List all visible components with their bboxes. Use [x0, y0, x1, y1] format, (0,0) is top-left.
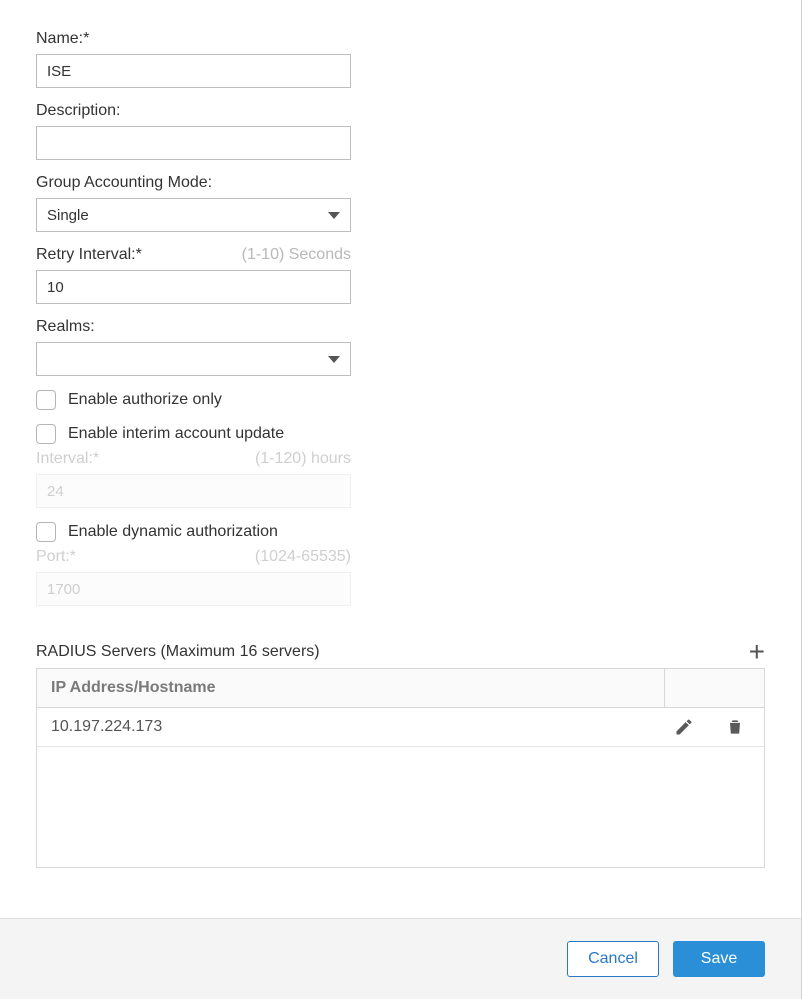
- column-actions: [664, 669, 764, 707]
- description-label: Description:: [36, 102, 765, 120]
- dialog-footer: Cancel Save: [0, 918, 801, 999]
- interval-input: [36, 474, 351, 508]
- enable-interim-account-update-checkbox[interactable]: [36, 424, 56, 444]
- edit-icon[interactable]: [674, 717, 694, 737]
- field-interval: Interval:* (1-120) hours: [36, 450, 765, 508]
- enable-authorize-only-label: Enable authorize only: [68, 391, 222, 409]
- add-server-button[interactable]: +: [749, 642, 765, 662]
- interval-hint: (1-120) hours: [255, 450, 351, 468]
- field-description: Description:: [36, 102, 765, 160]
- realms-label: Realms:: [36, 318, 765, 336]
- chevron-down-icon: [328, 212, 340, 219]
- table-row: 10.197.224.173: [37, 708, 764, 747]
- delete-icon[interactable]: [725, 717, 745, 737]
- column-ip-hostname: IP Address/Hostname: [37, 669, 664, 707]
- name-label: Name:*: [36, 30, 765, 48]
- port-input: [36, 572, 351, 606]
- group-accounting-mode-label: Group Accounting Mode:: [36, 174, 765, 192]
- realms-select[interactable]: [36, 342, 351, 376]
- field-realms: Realms:: [36, 318, 765, 376]
- retry-interval-label: Retry Interval:*: [36, 246, 142, 264]
- field-port: Port:* (1024-65535): [36, 548, 765, 606]
- retry-interval-hint: (1-10) Seconds: [242, 246, 351, 264]
- group-accounting-mode-select[interactable]: Single: [36, 198, 351, 232]
- field-name: Name:*: [36, 30, 765, 88]
- port-label: Port:*: [36, 548, 76, 566]
- description-input[interactable]: [36, 126, 351, 160]
- dialog-form: Name:* Description: Group Accounting Mod…: [0, 0, 802, 999]
- enable-interim-account-update-label: Enable interim account update: [68, 425, 284, 443]
- radius-servers-section: RADIUS Servers (Maximum 16 servers) + IP…: [0, 630, 801, 878]
- server-ip-cell: 10.197.224.173: [37, 708, 654, 746]
- chevron-down-icon: [328, 356, 340, 363]
- name-input[interactable]: [36, 54, 351, 88]
- row-enable-interim-account-update: Enable interim account update: [36, 424, 765, 444]
- row-enable-authorize-only: Enable authorize only: [36, 390, 765, 410]
- enable-dynamic-authorization-label: Enable dynamic authorization: [68, 523, 278, 541]
- radius-servers-title: RADIUS Servers (Maximum 16 servers): [36, 643, 320, 661]
- enable-dynamic-authorization-checkbox[interactable]: [36, 522, 56, 542]
- radius-servers-table: IP Address/Hostname 10.197.224.173: [36, 668, 765, 868]
- interval-label: Interval:*: [36, 450, 99, 468]
- port-hint: (1024-65535): [255, 548, 351, 566]
- row-enable-dynamic-authorization: Enable dynamic authorization: [36, 522, 765, 542]
- group-accounting-mode-value: Single: [47, 207, 89, 224]
- save-button[interactable]: Save: [673, 941, 765, 977]
- field-group-accounting-mode: Group Accounting Mode: Single: [36, 174, 765, 232]
- table-header: IP Address/Hostname: [37, 669, 764, 708]
- form-area: Name:* Description: Group Accounting Mod…: [0, 0, 801, 630]
- cancel-button[interactable]: Cancel: [567, 941, 659, 977]
- retry-interval-input[interactable]: [36, 270, 351, 304]
- field-retry-interval: Retry Interval:* (1-10) Seconds: [36, 246, 765, 304]
- enable-authorize-only-checkbox[interactable]: [36, 390, 56, 410]
